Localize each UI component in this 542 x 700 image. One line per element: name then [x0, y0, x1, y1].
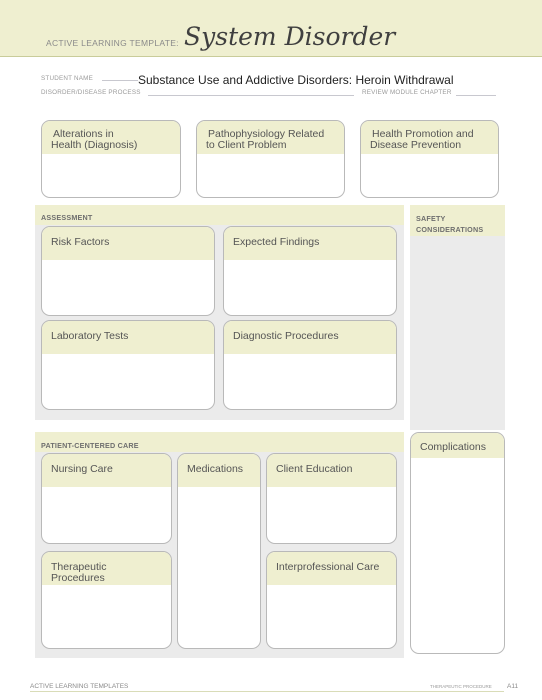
review-chapter-field[interactable] — [456, 95, 496, 96]
footer-divider — [30, 691, 504, 692]
patient-care-title: PATIENT-CENTERED CARE — [41, 441, 139, 450]
student-name-field[interactable]: Substance Use and Addictive Disorders: H… — [138, 73, 453, 87]
box-header: Risk Factors — [42, 227, 214, 260]
box-header: Alterations in Health (Diagnosis) — [42, 121, 180, 154]
box-header: Complications — [411, 433, 504, 458]
box-title-line2: to Client Problem — [206, 139, 287, 151]
health-promotion-box[interactable]: Health Promotion and Disease Prevention — [360, 120, 499, 198]
diagnostic-procedures-box[interactable]: Diagnostic Procedures — [223, 320, 397, 410]
safety-title-line1: SAFETY — [416, 214, 446, 223]
box-header: Client Education — [267, 454, 396, 487]
complications-box[interactable]: Complications — [410, 432, 505, 654]
safety-title: SAFETY CONSIDERATIONS — [416, 213, 483, 235]
risk-factors-box[interactable]: Risk Factors — [41, 226, 215, 316]
review-chapter-label: REVIEW MODULE CHAPTER — [362, 89, 452, 96]
footer-left-label: ACTIVE LEARNING TEMPLATES — [30, 683, 129, 690]
page-title: System Disorder — [184, 22, 396, 51]
expected-findings-box[interactable]: Expected Findings — [223, 226, 397, 316]
student-name-line — [102, 80, 138, 81]
safety-title-line2: CONSIDERATIONS — [416, 225, 484, 234]
nursing-care-box[interactable]: Nursing Care — [41, 453, 172, 544]
student-name-label: STUDENT NAME — [41, 75, 93, 82]
template-label: ACTIVE LEARNING TEMPLATE: — [46, 38, 179, 48]
assessment-title: ASSESSMENT — [41, 213, 93, 222]
box-header: Diagnostic Procedures — [224, 321, 396, 354]
client-education-box[interactable]: Client Education — [266, 453, 397, 544]
box-header: Medications — [178, 454, 260, 487]
pathophysiology-box[interactable]: Pathophysiology Related to Client Proble… — [196, 120, 345, 198]
footer-right-label: THERAPEUTIC PROCEDURE — [430, 684, 492, 689]
box-header: Pathophysiology Related to Client Proble… — [197, 121, 344, 154]
medications-box[interactable]: Medications — [177, 453, 261, 649]
alterations-in-health-box[interactable]: Alterations in Health (Diagnosis) — [41, 120, 181, 198]
box-header: Interprofessional Care — [267, 552, 396, 585]
box-header: Laboratory Tests — [42, 321, 214, 354]
safety-considerations-panel[interactable]: SAFETY CONSIDERATIONS — [410, 205, 505, 430]
laboratory-tests-box[interactable]: Laboratory Tests — [41, 320, 215, 410]
box-header: Health Promotion and Disease Prevention — [361, 121, 498, 154]
box-title-line2: Health (Diagnosis) — [51, 139, 138, 151]
box-title-line2: Disease Prevention — [370, 139, 462, 151]
interprofessional-care-box[interactable]: Interprofessional Care — [266, 551, 397, 649]
therapeutic-procedures-box[interactable]: Therapeutic Procedures — [41, 551, 172, 649]
disorder-label: DISORDER/DISEASE PROCESS — [41, 89, 141, 96]
disorder-field[interactable] — [148, 95, 354, 96]
box-header: Nursing Care — [42, 454, 171, 487]
box-header: Therapeutic Procedures — [42, 552, 171, 585]
footer-page-number: A11 — [507, 683, 519, 690]
box-header: Expected Findings — [224, 227, 396, 260]
